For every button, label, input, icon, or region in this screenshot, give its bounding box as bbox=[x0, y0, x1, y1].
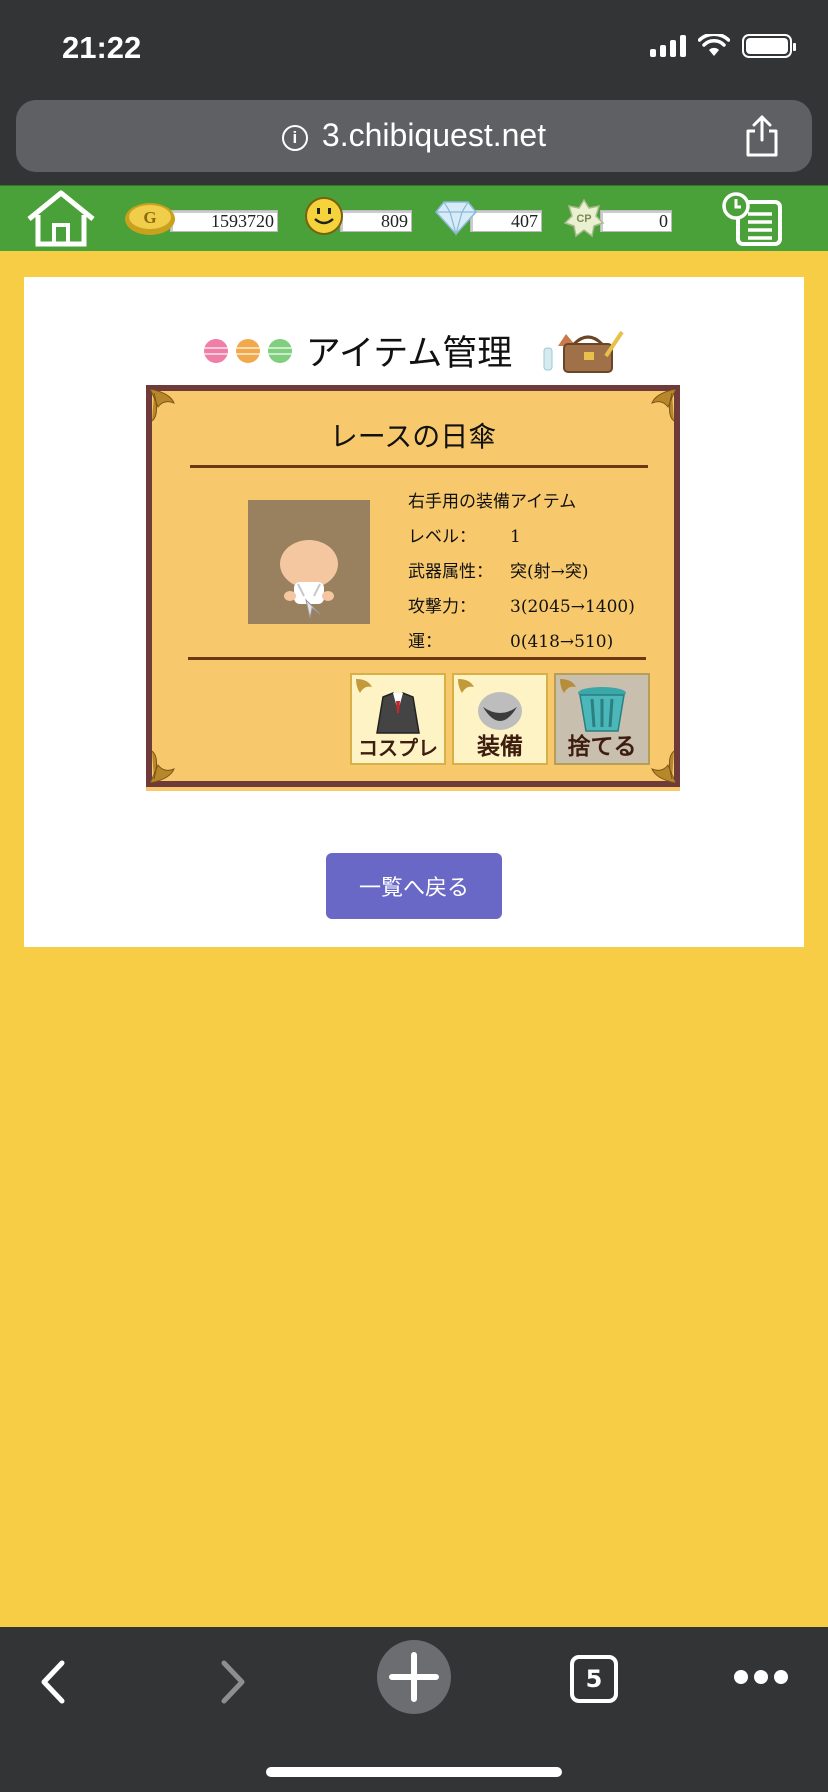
home-icon[interactable] bbox=[24, 189, 98, 249]
history-menu-icon[interactable] bbox=[720, 192, 786, 248]
discard-button-label: 捨てる bbox=[567, 734, 637, 760]
browser-top-chrome: 21:22 i 3.chibiquest.net bbox=[0, 0, 828, 185]
share-icon[interactable] bbox=[742, 114, 782, 158]
item-description: 右手用の装備アイテム bbox=[408, 492, 577, 512]
gold-stat: 1593720 G bbox=[124, 200, 280, 240]
item-image bbox=[248, 500, 370, 624]
equip-button[interactable]: 装備 bbox=[452, 673, 548, 765]
more-options-icon[interactable] bbox=[732, 1667, 790, 1687]
smile-value: 809 bbox=[340, 210, 412, 232]
cosplay-button-label: コスプレ bbox=[358, 736, 438, 760]
stat-row-attack: 攻撃力： 3(2045→1400) bbox=[408, 597, 635, 617]
cp-badge-icon: CP bbox=[564, 198, 604, 238]
back-icon[interactable] bbox=[36, 1657, 72, 1707]
pink-macaron-icon bbox=[203, 338, 228, 363]
cosplay-button[interactable]: コスプレ bbox=[350, 673, 446, 765]
tabs-count-button[interactable]: 5 bbox=[570, 1655, 618, 1703]
suit-icon bbox=[376, 692, 420, 734]
item-name: レースの日傘 bbox=[329, 420, 497, 453]
item-bag-icon bbox=[543, 330, 624, 373]
smile-stat: 809 bbox=[304, 197, 412, 240]
page-title: アイテム管理 bbox=[305, 334, 513, 374]
smiley-icon bbox=[305, 197, 343, 235]
url-text: 3.chibiquest.net bbox=[321, 117, 547, 153]
status-time: 21:22 bbox=[62, 30, 142, 65]
home-indicator bbox=[266, 1767, 562, 1777]
diamond-stat: 407 bbox=[434, 200, 542, 240]
discard-button[interactable]: 捨てる bbox=[554, 673, 650, 765]
url-bar[interactable]: i 3.chibiquest.net bbox=[16, 100, 812, 172]
item-management-panel: アイテム管理 レースの日傘 右手用の装備アイテム レベル： 1 武器属性： 突(… bbox=[24, 277, 804, 947]
macaron-icons bbox=[203, 338, 292, 363]
diamond-icon bbox=[435, 201, 477, 236]
stat-row-level: レベル： 1 bbox=[408, 527, 521, 547]
chibi-character-icon bbox=[280, 540, 338, 619]
gold-coin-icon: G bbox=[125, 203, 175, 235]
diamond-value: 407 bbox=[470, 210, 542, 232]
browser-bottom-toolbar: 5 bbox=[0, 1627, 828, 1792]
gold-coin-letter: G bbox=[143, 208, 156, 227]
cp-badge-text: CP bbox=[576, 213, 591, 225]
corner-ornament-icon bbox=[150, 750, 175, 783]
item-stats: 右手用の装備アイテム レベル： 1 武器属性： 突(射→突) 攻撃力： 3(2045→… bbox=[408, 485, 635, 660]
divider bbox=[190, 465, 648, 468]
status-icons bbox=[650, 34, 796, 58]
stat-row-weapon-attribute: 武器属性： 突(射→突) bbox=[408, 562, 589, 582]
ornament-icon bbox=[560, 679, 576, 693]
gold-value: 1593720 bbox=[170, 210, 278, 232]
back-to-list-button[interactable]: 一覧へ戻る bbox=[326, 853, 502, 919]
item-actions: コスプレ 装備 捨てる bbox=[350, 673, 650, 765]
info-icon[interactable]: i bbox=[281, 125, 308, 151]
green-macaron-icon bbox=[267, 338, 292, 363]
forward-icon[interactable] bbox=[214, 1657, 250, 1707]
ornament-icon bbox=[458, 679, 474, 693]
cellular-signal-icon bbox=[650, 35, 686, 57]
item-card: レースの日傘 右手用の装備アイテム レベル： 1 武器属性： 突(射→突) 攻撃力：… bbox=[146, 385, 680, 787]
game-status-bar: 1593720 G 809 407 0 CP bbox=[0, 185, 828, 251]
new-tab-icon[interactable] bbox=[376, 1639, 452, 1715]
equip-button-label: 装備 bbox=[477, 734, 523, 760]
page-header: アイテム管理 bbox=[24, 325, 804, 376]
ornament-icon bbox=[356, 679, 372, 693]
battery-icon bbox=[742, 34, 796, 58]
stat-row-luck: 運： 0(418→510) bbox=[408, 632, 614, 652]
divider bbox=[188, 657, 646, 660]
cp-stat: 0 CP bbox=[564, 198, 672, 240]
cp-value: 0 bbox=[600, 210, 672, 232]
wifi-icon bbox=[698, 34, 730, 56]
orange-macaron-icon bbox=[235, 338, 260, 363]
